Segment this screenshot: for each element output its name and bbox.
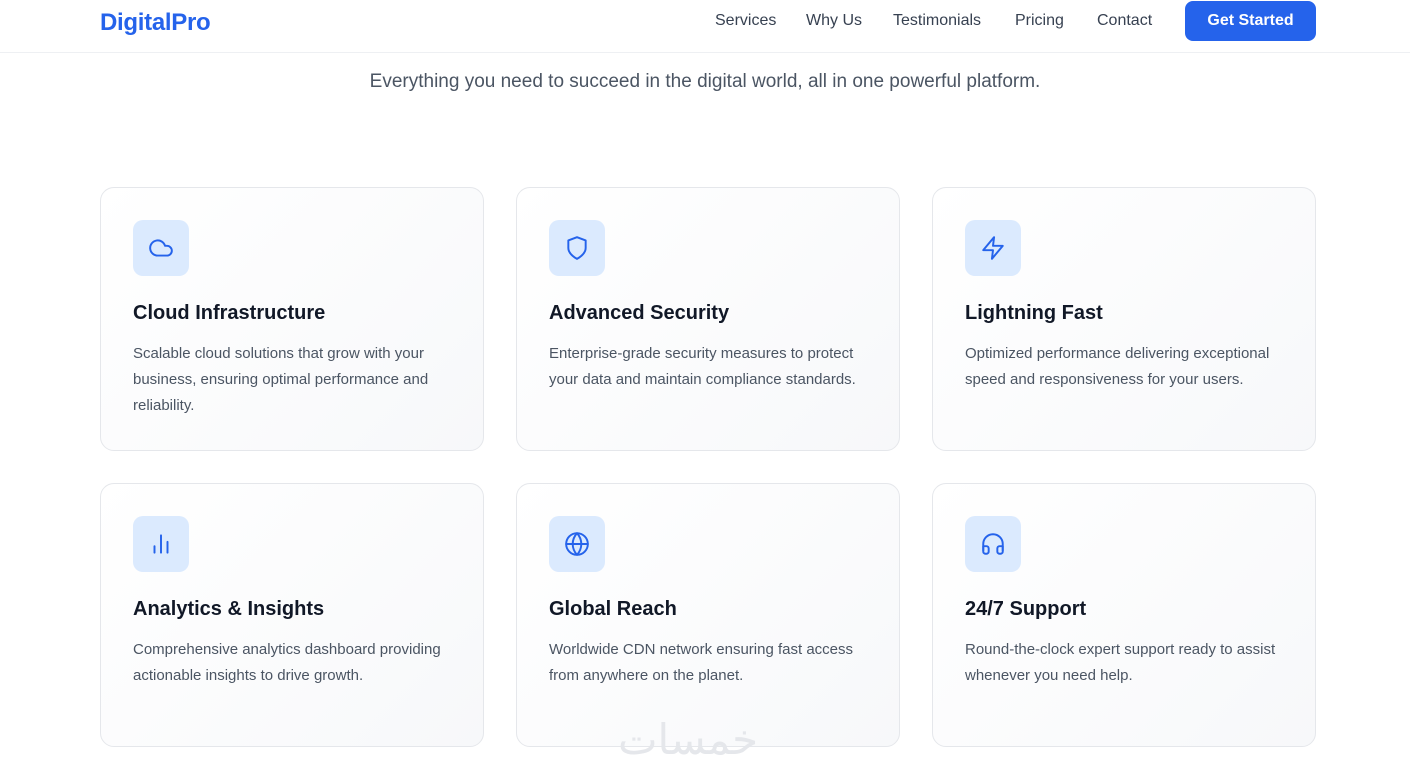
feature-description: Comprehensive analytics dashboard provid… (133, 641, 441, 684)
feature-description: Worldwide CDN network ensuring fast acce… (549, 641, 854, 684)
feature-title: Advanced Security (549, 302, 730, 324)
feature-description: Enterprise-grade security measures to pr… (549, 345, 856, 388)
nav-link-pricing[interactable]: Pricing (1015, 12, 1064, 30)
nav-link-testimonials[interactable]: Testimonials (893, 12, 981, 30)
lightning-icon (965, 220, 1021, 276)
nav-link-contact[interactable]: Contact (1097, 12, 1152, 30)
hero-subtitle: Everything you need to succeed in the di… (369, 71, 1041, 92)
bar-chart-icon (133, 516, 189, 572)
feature-title: Analytics & Insights (133, 598, 325, 620)
feature-card-global[interactable]: Global Reach Worldwide CDN network ensur… (516, 483, 900, 747)
feature-card-support[interactable]: 24/7 Support Round-the-clock expert supp… (932, 483, 1316, 747)
headphones-icon (965, 516, 1021, 572)
feature-description: Optimized performance delivering excepti… (965, 345, 1270, 388)
cloud-icon (133, 220, 189, 276)
nav-link-why-us[interactable]: Why Us (806, 12, 862, 30)
feature-description: Scalable cloud solutions that grow with … (133, 345, 429, 414)
watermark: خمسات (618, 715, 759, 764)
feature-card-security[interactable]: Advanced Security Enterprise-grade secur… (516, 187, 900, 451)
feature-title: Cloud Infrastructure (133, 302, 326, 324)
feature-title: 24/7 Support (965, 598, 1087, 620)
feature-card-analytics[interactable]: Analytics & Insights Comprehensive analy… (100, 483, 484, 747)
feature-card-speed[interactable]: Lightning Fast Optimized performance del… (932, 187, 1316, 451)
feature-description: Round-the-clock expert support ready to … (965, 641, 1276, 684)
nav-link-services[interactable]: Services (715, 12, 776, 30)
brand-logo[interactable]: DigitalPro (100, 9, 211, 37)
get-started-button[interactable]: Get Started (1185, 1, 1316, 41)
globe-icon (549, 516, 605, 572)
feature-card-cloud[interactable]: Cloud Infrastructure Scalable cloud solu… (100, 187, 484, 451)
feature-title: Lightning Fast (965, 302, 1103, 324)
navbar: DigitalPro Services Why Us Testimonials … (0, 0, 1410, 53)
shield-icon (549, 220, 605, 276)
feature-title: Global Reach (549, 598, 677, 620)
